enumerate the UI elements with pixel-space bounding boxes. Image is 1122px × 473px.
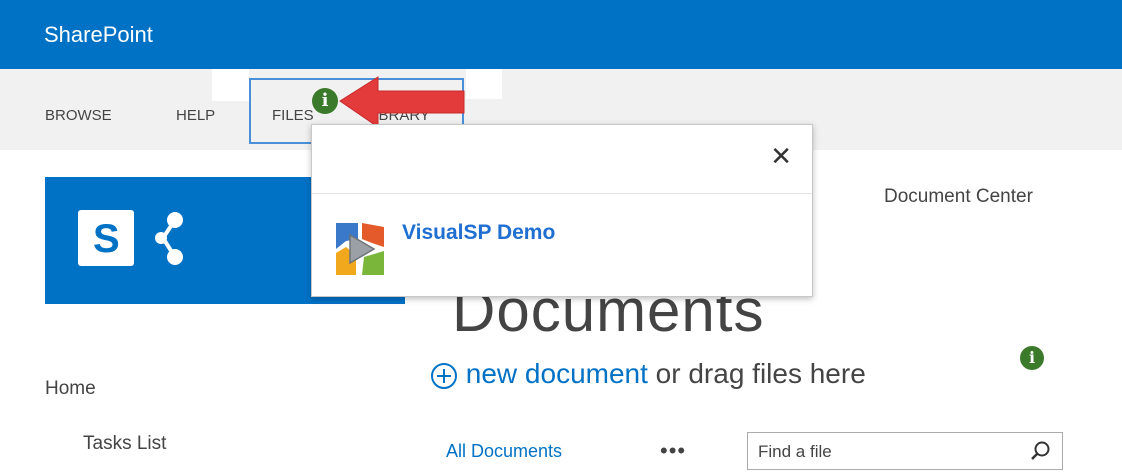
new-document-plus-icon[interactable] — [430, 362, 458, 390]
popup-item-visualsp-demo[interactable]: VisualSP Demo — [328, 217, 555, 279]
left-nav-home[interactable]: Home — [45, 378, 96, 400]
drag-files-text: or drag files here — [647, 358, 866, 389]
search-input[interactable] — [756, 441, 1010, 463]
search-box — [747, 432, 1063, 470]
suite-bar: SharePoint — [0, 0, 1122, 69]
new-document-link[interactable]: new document — [466, 358, 648, 389]
top-nav-document-center[interactable]: Document Center — [884, 186, 1033, 208]
ribbon-mask — [212, 69, 249, 101]
info-icon[interactable]: i — [312, 88, 338, 114]
brand-name[interactable]: SharePoint — [44, 22, 153, 48]
visualsp-logo-icon — [336, 223, 384, 275]
ribbon-mask — [466, 69, 502, 99]
view-all-documents[interactable]: All Documents — [446, 441, 562, 462]
left-nav-tasks-list[interactable]: Tasks List — [83, 433, 166, 455]
upload-callout: new document or drag files here — [430, 358, 866, 390]
search-icon[interactable] — [1030, 440, 1052, 462]
tab-files[interactable]: FILES — [272, 107, 314, 124]
help-popup: ✕ VisualSP Demo — [311, 124, 813, 297]
tab-browse[interactable]: BROWSE — [45, 107, 112, 124]
popup-close-button[interactable]: ✕ — [770, 143, 792, 169]
info-icon[interactable]: i — [1020, 346, 1044, 370]
tab-help[interactable]: HELP — [176, 107, 215, 124]
popup-item-label: VisualSP Demo — [402, 221, 556, 244]
logo-letter: S — [93, 217, 120, 261]
popup-divider — [312, 193, 812, 194]
more-views-button[interactable]: ••• — [660, 438, 686, 464]
